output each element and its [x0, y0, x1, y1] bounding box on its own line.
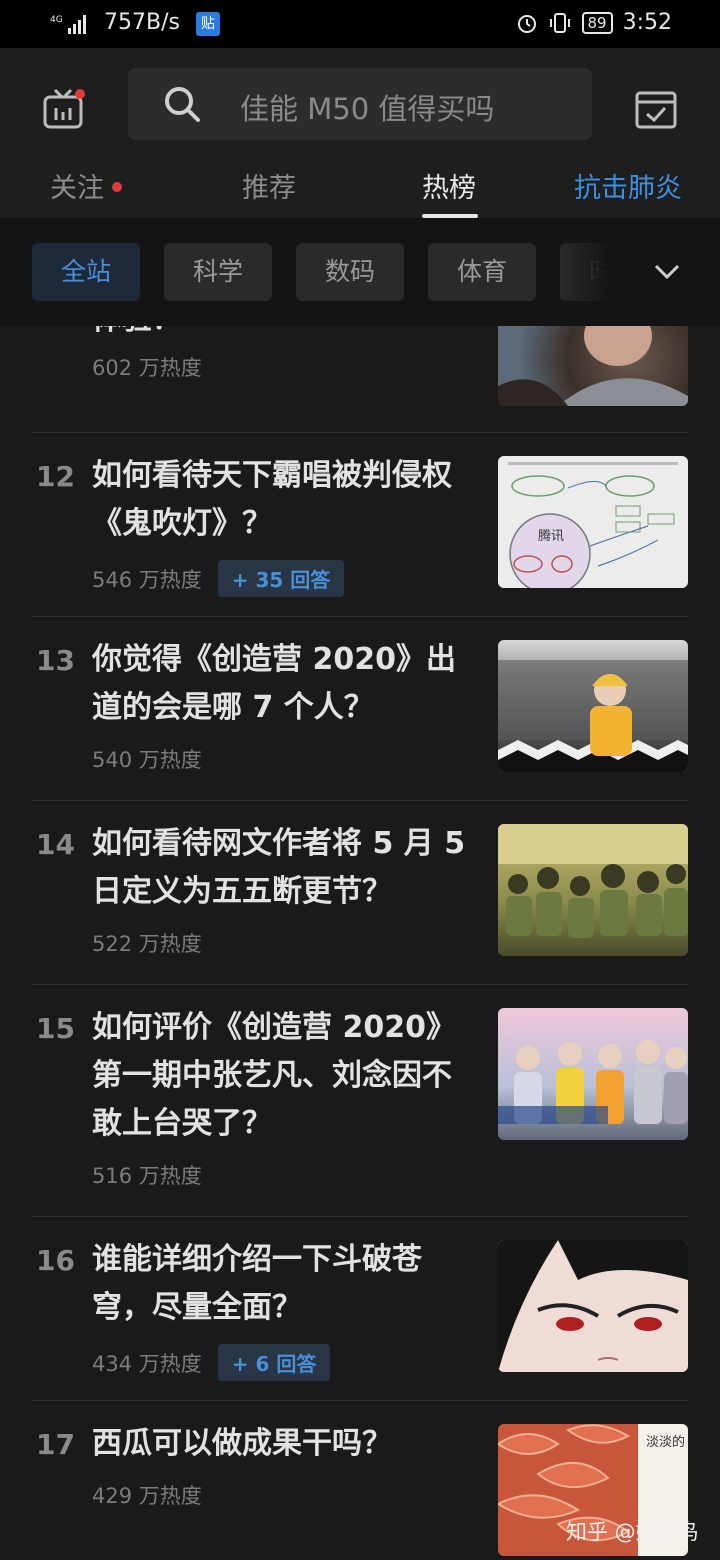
question-title: 如何评价《创造营 2020》第一期中张艺凡、刘念因不敢上台哭了？ — [92, 1010, 456, 1141]
rank-number: 13 — [36, 644, 75, 677]
filter-sports[interactable]: 体育 — [428, 243, 536, 301]
heat-count: 540 万热度 — [92, 748, 202, 772]
item-meta: 434 万热度 + 6 回答 — [92, 1344, 331, 1381]
book-title-text: 淡淡的 — [646, 1434, 685, 1450]
top-header: 佳能 M50 值得买吗 关注 推荐 热榜 抗击肺炎 — [0, 48, 720, 218]
search-bar[interactable]: 佳能 M50 值得买吗 — [128, 68, 592, 140]
new-answers-badge[interactable]: + 35 回答 — [217, 560, 345, 597]
cartoon-crowd-icon — [498, 824, 688, 938]
list-item[interactable]: 体验？ 602 万热度 — [32, 326, 688, 433]
person-photo-icon — [498, 660, 688, 772]
search-icon — [165, 87, 200, 122]
battery-indicator: 89 — [581, 11, 613, 34]
thumbnail-image — [498, 326, 688, 406]
anime-face-icon — [498, 1240, 688, 1372]
heat-count: 429 万热度 — [92, 1484, 202, 1508]
thumbnail-image — [498, 1008, 688, 1140]
question-title: 如何看待天下霸唱被判侵权《鬼吹灯》？ — [92, 458, 452, 541]
thumbnail-image — [498, 824, 688, 956]
question-title: 谁能详细介绍一下斗破苍穹，尽量全面？ — [92, 1242, 422, 1325]
rank-number: 12 — [36, 460, 75, 493]
filter-digital[interactable]: 数码 — [296, 243, 404, 301]
network-speed: 757B/s — [104, 10, 180, 35]
hot-list: 体验？ 602 万热度 12 如何看待天下霸唱被判侵权《鬼吹灯》？ 546 万热… — [0, 326, 720, 1560]
question-title: 体验？ — [92, 326, 472, 344]
tieba-app-icon: 贴 — [196, 12, 220, 36]
signal-icon: 4G — [50, 15, 86, 34]
watermark: 知乎 @嬉笑鸟 — [566, 1520, 699, 1544]
rank-number: 14 — [36, 828, 75, 861]
question-title: 如何看待网文作者将 5 月 5 日定义为五五断更节？ — [92, 826, 466, 909]
tab-hot-list[interactable]: 热榜 — [422, 166, 476, 205]
heat-count: 522 万热度 — [92, 932, 202, 956]
alarm-icon — [517, 14, 536, 33]
filter-all[interactable]: 全站 — [32, 243, 140, 301]
tab-follow-label: 关注 — [50, 173, 104, 204]
tab-follow[interactable]: 关注 — [50, 166, 122, 205]
thumbnail-image: 腾讯 — [498, 456, 688, 588]
search-placeholder: 佳能 M50 值得买吗 — [240, 92, 495, 126]
list-item[interactable]: 15 如何评价《创造营 2020》第一期中张艺凡、刘念因不敢上台哭了？ 516 … — [32, 984, 688, 1217]
chip-fade-overlay — [560, 218, 720, 326]
rank-number: 17 — [36, 1428, 75, 1461]
question-title: 西瓜可以做成果干吗？ — [92, 1426, 392, 1461]
thumbnail-image — [498, 640, 688, 772]
list-item[interactable]: 13 你觉得《创造营 2020》出道的会是哪 7 个人？ 540 万热度 — [32, 616, 688, 801]
list-item[interactable]: 12 如何看待天下霸唱被判侵权《鬼吹灯》？ 546 万热度 + 35 回答 腾讯 — [32, 432, 688, 617]
category-filter-bar: 全站 科学 数码 体育 时尚 — [0, 218, 720, 327]
tab-recommend[interactable]: 推荐 — [242, 166, 296, 205]
diagram-thumbnail-icon: 腾讯 — [508, 462, 678, 588]
list-item[interactable]: 14 如何看待网文作者将 5 月 5 日定义为五五断更节？ 522 万热度 — [32, 800, 688, 985]
question-title: 你觉得《创造营 2020》出道的会是哪 7 个人？ — [92, 642, 456, 725]
rank-number: 15 — [36, 1012, 75, 1045]
list-item[interactable]: 16 谁能详细介绍一下斗破苍穹，尽量全面？ 434 万热度 + 6 回答 — [32, 1216, 688, 1401]
live-tv-icon[interactable] — [42, 86, 88, 132]
chevron-down-icon[interactable] — [652, 258, 682, 284]
heat-count: 434 万热度 — [92, 1352, 202, 1376]
rank-number: 16 — [36, 1244, 75, 1277]
heat-count: 546 万热度 — [92, 568, 202, 592]
svg-text:4G: 4G — [50, 15, 63, 25]
clock: 3:52 — [622, 10, 672, 35]
item-meta: 546 万热度 + 35 回答 — [92, 560, 345, 597]
person-photo-icon — [498, 326, 688, 406]
filter-science[interactable]: 科学 — [164, 243, 272, 301]
vibrate-icon — [549, 12, 570, 33]
diagram-label: 腾讯 — [538, 528, 564, 544]
status-bar: 4G 757B/s 贴 89 3:52 — [0, 0, 720, 48]
calendar-check-icon[interactable] — [634, 86, 678, 130]
top-tabs: 关注 推荐 热榜 抗击肺炎 — [0, 158, 720, 218]
heat-count: 516 万热度 — [92, 1164, 202, 1188]
new-answers-badge[interactable]: + 6 回答 — [217, 1344, 331, 1381]
heat-count: 602 万热度 — [92, 356, 202, 380]
notification-dot — [112, 181, 122, 192]
thumbnail-image — [498, 1240, 688, 1372]
group-photo-icon — [498, 1040, 688, 1124]
tab-fight-pneumonia[interactable]: 抗击肺炎 — [574, 166, 682, 205]
